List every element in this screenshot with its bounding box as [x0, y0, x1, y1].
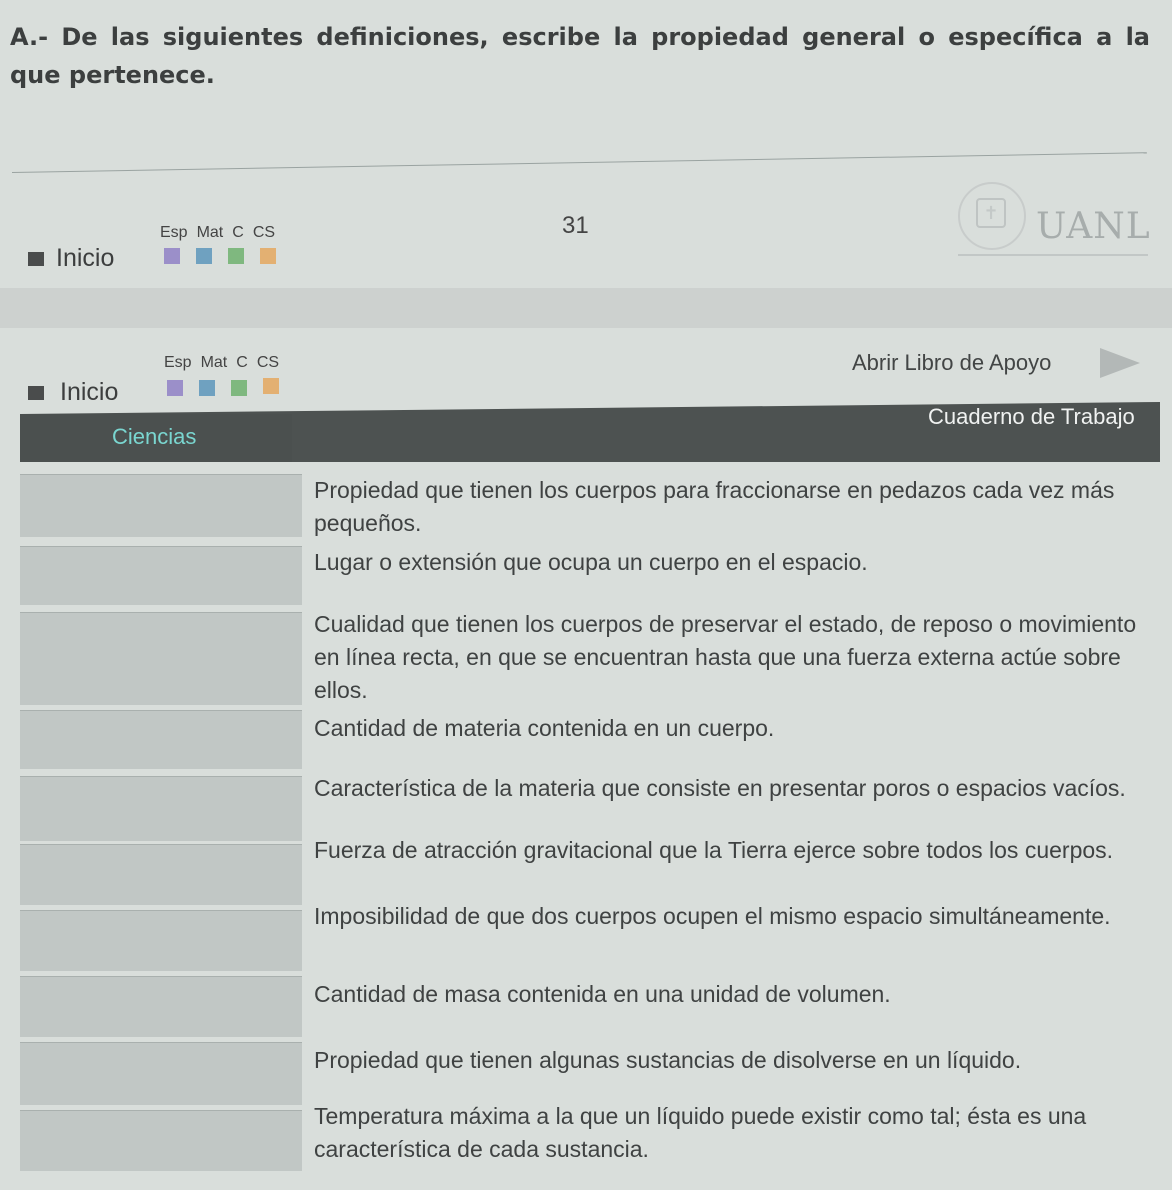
answer-field[interactable] — [20, 910, 302, 971]
uanl-seal-icon: ✝ — [976, 198, 1006, 228]
definition-text: Característica de la materia que consist… — [314, 775, 1126, 801]
answer-field[interactable] — [20, 976, 302, 1037]
answer-field[interactable] — [20, 1042, 302, 1105]
inicio-square-icon — [28, 386, 44, 400]
answer-field[interactable] — [20, 776, 302, 841]
definition-text: Cualidad que tienen los cuerpos de prese… — [314, 611, 1137, 703]
instruction-text: A.- De las siguientes definiciones, escr… — [10, 23, 1150, 89]
answer-field[interactable] — [20, 844, 302, 905]
subject-mat[interactable]: Mat — [201, 354, 228, 371]
subject-cs[interactable]: CS — [253, 224, 275, 241]
answer-field[interactable] — [20, 546, 302, 605]
cs-square-icon[interactable] — [263, 378, 279, 394]
definition-text: Cantidad de masa contenida en una unidad… — [314, 981, 891, 1007]
top-nav: Inicio Esp Mat C CS 31 ✝ UANL — [0, 182, 1172, 273]
c-square-icon[interactable] — [228, 248, 244, 264]
uanl-logo-text: UANL — [1036, 206, 1151, 247]
subject-c[interactable]: C — [236, 354, 248, 371]
inicio-square-icon — [28, 252, 44, 266]
definition-text: Propiedad que tienen algunas sustancias … — [314, 1047, 1022, 1073]
subject-labels: Esp Mat C CS — [160, 224, 284, 242]
uanl-logo-underline — [958, 254, 1148, 256]
answer-field[interactable] — [20, 1110, 302, 1171]
second-nav: Inicio Esp Mat C CS Abrir Libro de Apoyo — [0, 346, 1172, 406]
mat-square-icon[interactable] — [196, 248, 212, 264]
subject-mat[interactable]: Mat — [197, 224, 224, 241]
answer-field[interactable] — [20, 612, 302, 705]
definition-text: Propiedad que tienen los cuerpos para fr… — [314, 477, 1115, 536]
subject-cs[interactable]: CS — [257, 354, 279, 371]
cs-square-icon[interactable] — [260, 248, 276, 264]
page-separator-band — [0, 288, 1172, 328]
definition-text: Fuerza de atracción gravitacional que la… — [314, 837, 1114, 863]
subject-c[interactable]: C — [232, 224, 244, 241]
workbook-title: Cuaderno de Trabajo — [928, 404, 1135, 429]
page-number: 31 — [562, 212, 589, 239]
inicio-link[interactable]: Inicio — [60, 378, 118, 407]
mat-square-icon[interactable] — [199, 380, 215, 396]
subject-esp[interactable]: Esp — [164, 354, 192, 371]
answer-field[interactable] — [20, 474, 302, 537]
definition-text: Temperatura máxima a la que un líquido p… — [314, 1103, 1087, 1162]
definition-text: Imposibilidad de que dos cuerpos ocupen … — [314, 903, 1111, 929]
answer-field[interactable] — [20, 710, 302, 769]
esp-square-icon[interactable] — [167, 380, 183, 396]
esp-square-icon[interactable] — [164, 248, 180, 264]
tab-ciencias-label: Ciencias — [112, 424, 197, 449]
subject-labels: Esp Mat C CS — [164, 354, 288, 372]
play-arrow-icon[interactable] — [1100, 348, 1140, 378]
inicio-link[interactable]: Inicio — [56, 244, 114, 273]
definition-text: Cantidad de materia contenida en un cuer… — [314, 715, 775, 741]
subject-esp[interactable]: Esp — [160, 224, 188, 241]
definition-text: Lugar o extensión que ocupa un cuerpo en… — [314, 549, 868, 575]
c-square-icon[interactable] — [231, 380, 247, 396]
open-book-link[interactable]: Abrir Libro de Apoyo — [852, 350, 1051, 376]
divider-line — [11, 152, 1147, 173]
